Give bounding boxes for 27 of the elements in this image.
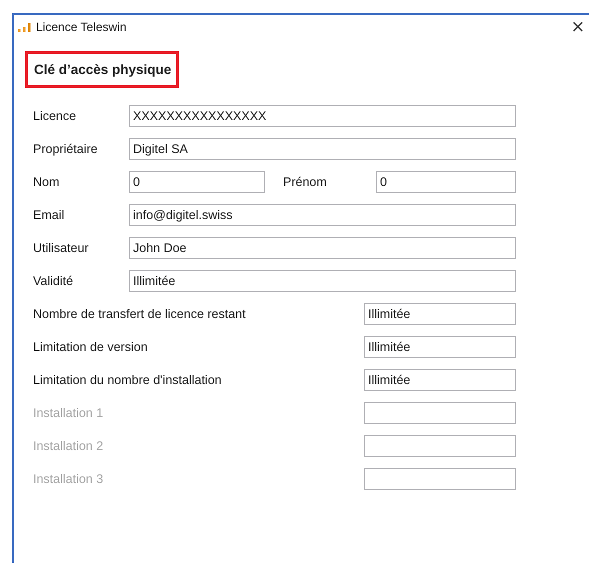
field-label: Limitation du nombre d'installation — [33, 372, 223, 386]
signal-bars-icon — [18, 22, 32, 32]
text-field[interactable]: Digitel SA — [129, 138, 516, 160]
field-label: Nom — [33, 174, 60, 188]
field-label: Utilisateur — [33, 240, 90, 254]
text-field[interactable]: John Doe — [129, 236, 516, 258]
field-label: Nombre de transfert de licence restant — [33, 306, 247, 320]
field-label: Limitation de version — [33, 340, 149, 354]
field-label: Installation 3 — [33, 472, 104, 486]
field-label: Propriétaire — [33, 142, 99, 156]
text-field[interactable]: 0 — [129, 170, 265, 192]
text-field[interactable]: info@digitel.swiss — [129, 204, 516, 226]
field-label: Installation 2 — [33, 438, 104, 452]
field-label: Prénom — [283, 174, 328, 188]
text-field[interactable]: 0 — [376, 170, 516, 192]
text-field[interactable]: Illimitée — [364, 368, 516, 390]
window-title: Licence Teleswin — [36, 20, 126, 34]
field-label: Licence — [33, 108, 78, 122]
text-field[interactable]: Illimitée — [364, 336, 516, 358]
text-field[interactable]: Illimitée — [364, 302, 516, 324]
text-field[interactable]: XXXXXXXXXXXXXXXX — [129, 104, 516, 126]
close-button[interactable]: × — [566, 18, 589, 36]
field-label: Email — [33, 208, 66, 222]
section-heading: Clé d’accès physique — [25, 50, 180, 88]
field-label: Validité — [33, 274, 74, 288]
text-field[interactable]: Illimitée — [129, 270, 516, 292]
field-label: Installation 1 — [33, 406, 104, 420]
